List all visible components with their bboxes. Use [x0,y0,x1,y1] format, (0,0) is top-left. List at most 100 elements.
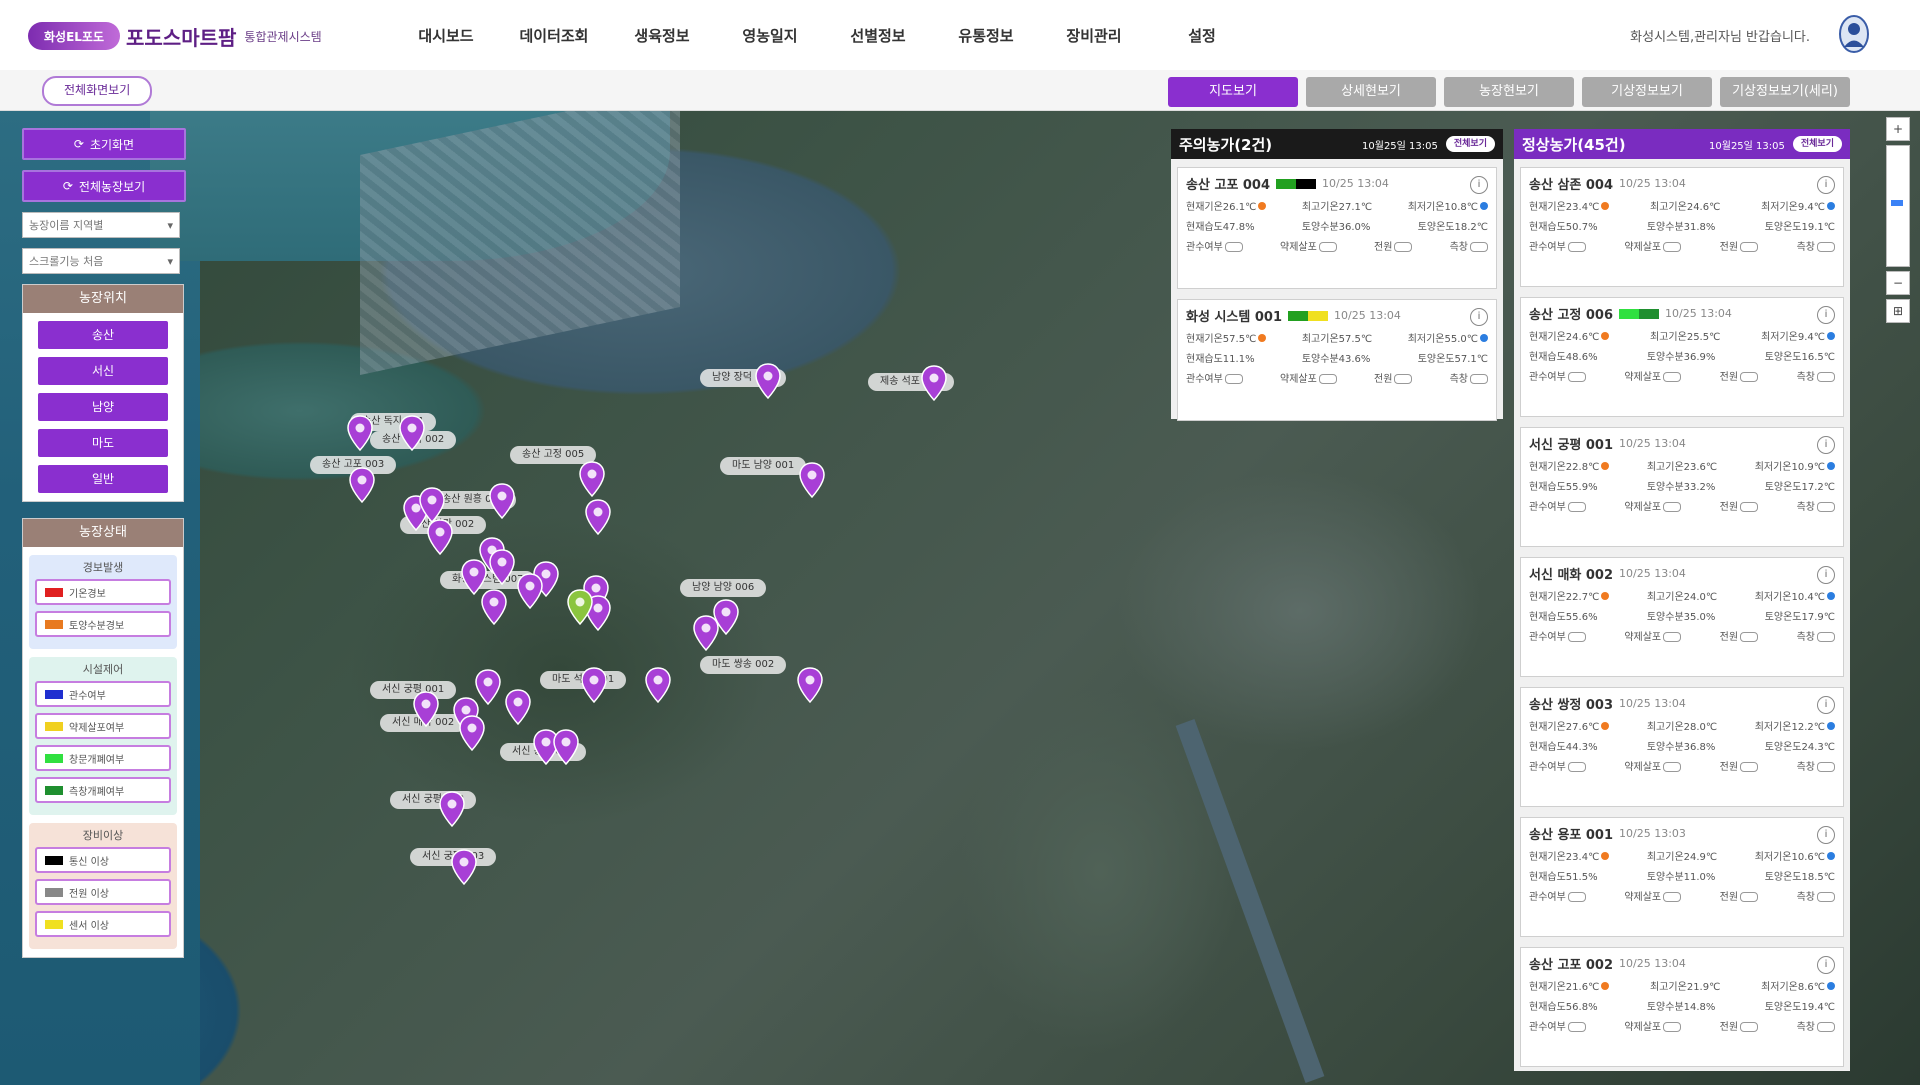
info-icon[interactable]: i [1817,436,1835,454]
farm-status-card[interactable]: 송산 용포 001 10/25 13:03 i 현재기온23.4℃ 최고기온24.9℃ 최… [1520,817,1844,937]
info-icon[interactable]: i [1470,176,1488,194]
info-icon[interactable]: i [1817,306,1835,324]
zoom-in-button[interactable]: + [1886,117,1910,141]
card-control-label: 측창 [1796,762,1815,773]
farm-marker-icon[interactable] [579,461,605,497]
farm-marker-icon[interactable] [645,667,671,703]
farm-marker-icon[interactable] [349,467,375,503]
card-stat-value: 최고기온24.0℃ [1646,592,1718,603]
card-control: 측창 [1797,1018,1835,1033]
farm-marker-icon[interactable] [921,365,947,401]
card-title-row: 화성 시스템 001 10/25 13:04 [1186,306,1488,325]
farm-label[interactable]: 마도 남양 001 [720,457,807,475]
nav-dashboard[interactable]: 대시보드 [392,25,500,46]
farm-status-card[interactable]: 송산 고정 006 10/25 13:04 i 현재기온24.6℃ 최고기온25.5℃ 최… [1520,297,1844,417]
card-control: 약제살포 [1624,628,1682,643]
tab-weather-view[interactable]: 기상정보보기 [1582,77,1712,107]
farm-marker-icon[interactable] [419,487,445,523]
farm-marker-icon[interactable] [553,729,579,765]
farm-marker-icon[interactable] [517,573,543,609]
status-legend-item[interactable]: 약제살포여부 [35,713,171,739]
farm-name-select[interactable]: 농장이름 지역별 [22,212,180,239]
status-legend-item[interactable]: 센서 이상 [35,911,171,937]
status-legend-item[interactable]: 측창개폐여부 [35,777,171,803]
tab-map-view[interactable]: 지도보기 [1168,77,1298,107]
user-avatar-icon[interactable] [1838,14,1870,54]
nav-journal[interactable]: 영농일지 [716,25,824,46]
nav-equipment[interactable]: 장비관리 [1040,25,1148,46]
farm-status-card[interactable]: 송산 쌍정 003 10/25 13:04 i 현재기온27.6℃ 최고기온28.0℃ 최… [1520,687,1844,807]
reset-view-button[interactable]: ⟳ 초기화면 [22,128,186,160]
farm-marker-icon[interactable] [585,499,611,535]
farm-marker-icon[interactable] [461,559,487,595]
farm-status-card[interactable]: 송산 고포 004 10/25 13:04 i 현재기온26.1℃ 최고기온27.1℃ 최… [1177,167,1497,289]
card-control: 약제살포 [1624,888,1682,903]
info-icon[interactable]: i [1470,308,1488,326]
farm-marker-icon[interactable] [399,415,425,451]
fullscreen-button[interactable]: 전체화면보기 [42,76,153,106]
farm-marker-icon[interactable] [489,549,515,585]
app-logo[interactable]: 화성EL포도 포도스마트팜 통합관제시스템 [28,18,322,54]
region-button-general[interactable]: 일반 [38,465,168,493]
card-control-label: 약제살포 [1624,242,1662,253]
farm-label[interactable]: 남양 남양 006 [680,579,767,597]
farm-status-card[interactable]: 서신 매화 002 10/25 13:04 i 현재기온22.7℃ 최고기온24.0℃ 최… [1520,557,1844,677]
card-control: 관수여부 [1529,238,1586,253]
legend-label: 토양수분경보 [69,620,125,632]
info-icon[interactable]: i [1817,566,1835,584]
scroll-select[interactable]: 스크롤기능 처음 [22,248,180,275]
zoom-out-button[interactable]: − [1886,271,1910,295]
farm-label[interactable]: 마도 쌍송 002 [700,656,787,674]
nav-sorting[interactable]: 선별정보 [824,25,932,46]
status-legend-item[interactable]: 관수여부 [35,681,171,707]
toggle-chip-icon [1740,242,1759,252]
zoom-thumb[interactable] [1891,200,1903,206]
farm-marker-icon[interactable] [489,483,515,519]
region-button-mado[interactable]: 마도 [38,429,168,457]
farm-marker-icon[interactable] [439,791,465,827]
tab-detail-view[interactable]: 상세현보기 [1306,77,1436,107]
farm-marker-icon[interactable] [567,589,593,625]
farm-marker-icon[interactable] [427,519,453,555]
status-legend-item[interactable]: 토양수분경보 [35,611,171,637]
farm-status-card[interactable]: 서신 궁평 001 10/25 13:04 i 현재기온22.8℃ 최고기온23.6℃ 최… [1520,427,1844,547]
status-legend-item[interactable]: 통신 이상 [35,847,171,873]
farm-marker-icon[interactable] [459,715,485,751]
tab-weather-detail-view[interactable]: 기상정보보기(세리) [1720,77,1850,107]
nav-distribution[interactable]: 유통정보 [932,25,1040,46]
farm-status-card[interactable]: 송산 고포 002 10/25 13:04 i 현재기온21.6℃ 최고기온21.9℃ 최… [1520,947,1844,1067]
info-icon[interactable]: i [1817,176,1835,194]
info-icon[interactable]: i [1817,826,1835,844]
tab-farm-view[interactable]: 농장현보기 [1444,77,1574,107]
farm-marker-icon[interactable] [505,689,531,725]
region-button-songsan[interactable]: 송산 [38,321,168,349]
warning-view-all-button[interactable]: 전체보기 [1445,136,1495,152]
region-button-seosin[interactable]: 서신 [38,357,168,385]
normal-view-all-button[interactable]: 전체보기 [1792,136,1842,152]
zoom-slider[interactable] [1886,145,1910,267]
info-icon[interactable]: i [1817,696,1835,714]
farm-marker-icon[interactable] [347,415,373,451]
farm-status-card[interactable]: 송산 삼존 004 10/25 13:04 i 현재기온23.4℃ 최고기온24.6℃ 최… [1520,167,1844,287]
farm-marker-icon[interactable] [755,363,781,399]
status-legend-item[interactable]: 창문개폐여부 [35,745,171,771]
farm-marker-icon[interactable] [451,849,477,885]
farm-marker-icon[interactable] [693,615,719,651]
status-legend-item[interactable]: 전원 이상 [35,879,171,905]
region-button-namyang[interactable]: 남양 [38,393,168,421]
farm-marker-icon[interactable] [581,667,607,703]
nav-growth[interactable]: 생육정보 [608,25,716,46]
toggle-chip-icon [1663,1022,1682,1032]
farm-marker-icon[interactable] [797,667,823,703]
status-legend-item[interactable]: 기온경보 [35,579,171,605]
card-stat-value: 토양수분31.8% [1646,222,1716,233]
card-control-label: 전원 [1719,502,1739,513]
nav-settings[interactable]: 설정 [1148,25,1256,46]
farm-marker-icon[interactable] [413,691,439,727]
farm-status-card[interactable]: 화성 시스템 001 10/25 13:04 i 현재기온57.5℃ 최고기온57.5℃… [1177,299,1497,421]
map-type-button[interactable]: ⊞ [1886,299,1910,323]
nav-data[interactable]: 데이터조회 [500,25,608,46]
info-icon[interactable]: i [1817,956,1835,974]
all-farms-button[interactable]: ⟳ 전체농장보기 [22,170,186,202]
farm-marker-icon[interactable] [799,462,825,498]
